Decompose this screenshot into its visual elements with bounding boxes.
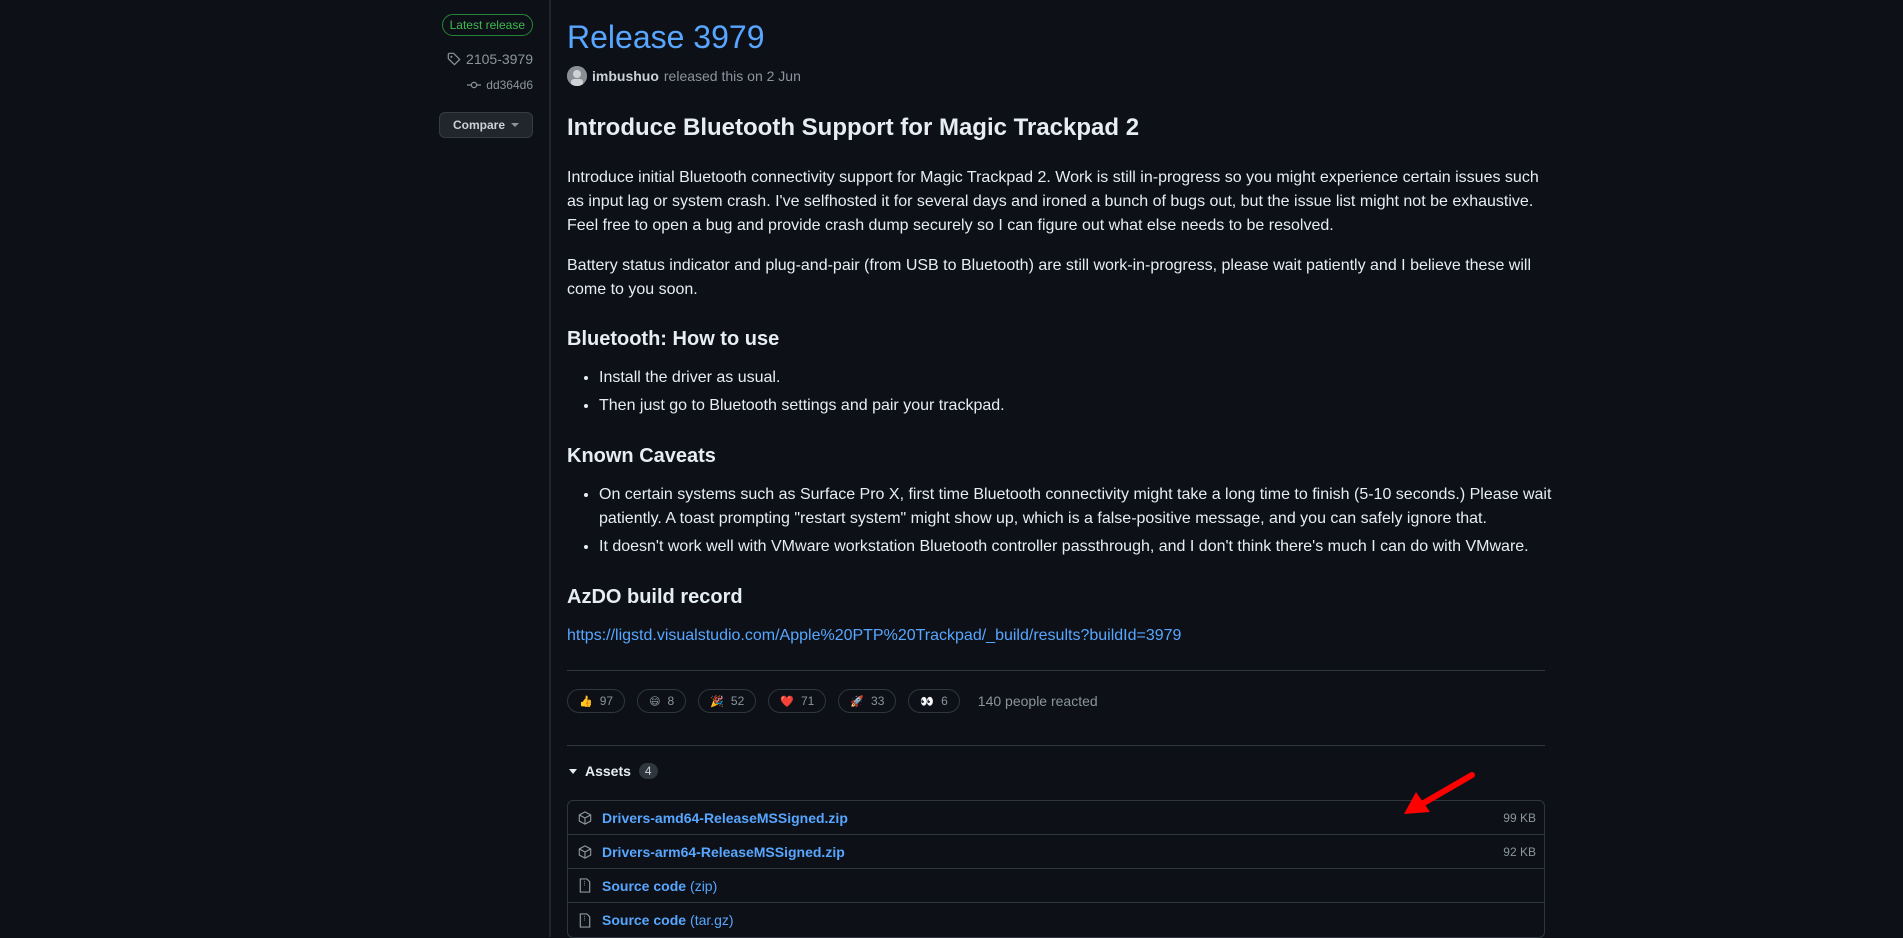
chevron-down-icon xyxy=(511,123,519,127)
reaction-count: 52 xyxy=(730,694,745,708)
source-code-targz-link[interactable]: Source code xyxy=(602,912,686,928)
asset-size: 92 KB xyxy=(1503,844,1536,859)
assets-count: 4 xyxy=(638,763,658,779)
compare-button[interactable]: Compare xyxy=(439,112,533,138)
divider xyxy=(567,670,1545,671)
tag-icon xyxy=(447,52,461,66)
reactions-summary: 140 people reacted xyxy=(977,693,1098,709)
heart-icon: ❤️ xyxy=(780,695,794,708)
reaction-laugh[interactable]: 😄 8 xyxy=(637,689,687,713)
asset-download-link[interactable]: Drivers-amd64-ReleaseMSSigned.zip xyxy=(602,810,848,826)
caveats-heading: Known Caveats xyxy=(567,445,716,467)
rocket-icon: 🚀 xyxy=(850,695,865,708)
reaction-count: 8 xyxy=(667,694,675,708)
compare-label: Compare xyxy=(452,118,505,132)
caveats-list: On certain systems such as Surface Pro X… xyxy=(567,483,1577,563)
reactions-bar: 👍 97 😄 8 🎉 52 ❤️ 71 🚀 33 👀 6 140 people reacte… xyxy=(567,689,1098,713)
source-code-zip-link[interactable]: Source code xyxy=(602,878,686,894)
tag-link[interactable]: 2105-3979 xyxy=(447,51,533,67)
reaction-count: 71 xyxy=(800,694,815,708)
release-byline: imbushuo released this on 2 Jun xyxy=(567,66,801,86)
file-zip-icon xyxy=(576,912,594,928)
file-zip-icon xyxy=(576,878,594,893)
reaction-heart[interactable]: ❤️ 71 xyxy=(768,689,827,713)
howto-heading: Bluetooth: How to use xyxy=(567,328,780,350)
asset-row: Drivers-arm64-ReleaseMSSigned.zip 92 KB xyxy=(568,835,1544,869)
azdo-build-link[interactable]: https://ligstd.visualstudio.com/Apple%20… xyxy=(567,624,1181,648)
list-item: Install the driver as usual. xyxy=(599,366,1577,390)
timeline-divider xyxy=(549,0,551,937)
author-link[interactable]: imbushuo xyxy=(592,68,659,84)
reaction-count: 6 xyxy=(941,694,948,708)
hooray-icon: 🎉 xyxy=(710,695,724,708)
commit-sha: dd364d6 xyxy=(486,78,533,92)
asset-size: 99 KB xyxy=(1503,810,1536,825)
source-code-format: (zip) xyxy=(690,877,718,894)
assets-toggle[interactable]: Assets 4 xyxy=(569,763,658,779)
reaction-count: 33 xyxy=(871,694,885,708)
howto-list: Install the driver as usual. Then just g… xyxy=(567,366,1577,422)
annotation-arrow-icon xyxy=(1404,772,1475,814)
avatar[interactable] xyxy=(567,66,587,86)
reaction-thumbs-up[interactable]: 👍 97 xyxy=(567,689,626,713)
description-paragraph-2: Battery status indicator and plug-and-pa… xyxy=(567,257,1532,298)
list-item: On certain systems such as Surface Pro X… xyxy=(599,483,1577,531)
assets-list: Drivers-amd64-ReleaseMSSigned.zip 99 KB … xyxy=(567,800,1545,938)
commit-link[interactable]: dd364d6 xyxy=(467,78,533,92)
divider xyxy=(567,745,1545,746)
package-icon xyxy=(576,810,594,825)
azdo-heading: AzDO build record xyxy=(567,586,743,608)
list-item: It doesn't work well with VMware worksta… xyxy=(599,535,1577,559)
list-item: Then just go to Bluetooth settings and p… xyxy=(599,394,1577,418)
release-heading: Introduce Bluetooth Support for Magic Tr… xyxy=(567,114,1140,141)
reaction-rocket[interactable]: 🚀 33 xyxy=(838,689,897,713)
latest-release-badge: Latest release xyxy=(441,14,533,36)
eyes-icon: 👀 xyxy=(920,695,935,708)
thumbs-up-icon: 👍 xyxy=(579,695,593,708)
laugh-icon: 😄 xyxy=(649,695,661,708)
source-code-format: (tar.gz) xyxy=(690,912,734,928)
reaction-eyes[interactable]: 👀 6 xyxy=(908,689,960,713)
reaction-count: 97 xyxy=(599,694,614,708)
release-sidebar: Latest release 2105-3979 dd364d6 Compare xyxy=(0,0,550,937)
release-title[interactable]: Release 3979 xyxy=(567,17,764,57)
caret-down-icon xyxy=(569,768,577,774)
asset-row: Source code (tar.gz) xyxy=(568,903,1544,937)
commit-icon xyxy=(467,81,482,89)
reaction-hooray[interactable]: 🎉 52 xyxy=(698,689,757,713)
asset-row: Drivers-amd64-ReleaseMSSigned.zip 99 KB xyxy=(568,801,1544,835)
asset-row: Source code (zip) xyxy=(568,869,1544,903)
assets-label: Assets xyxy=(585,763,631,779)
package-icon xyxy=(576,844,594,859)
released-date: released this on 2 Jun xyxy=(663,68,801,84)
tag-name: 2105-3979 xyxy=(466,51,533,67)
description-paragraph-1: Introduce initial Bluetooth connectivity… xyxy=(567,169,1539,234)
asset-download-link[interactable]: Drivers-arm64-ReleaseMSSigned.zip xyxy=(602,844,845,860)
